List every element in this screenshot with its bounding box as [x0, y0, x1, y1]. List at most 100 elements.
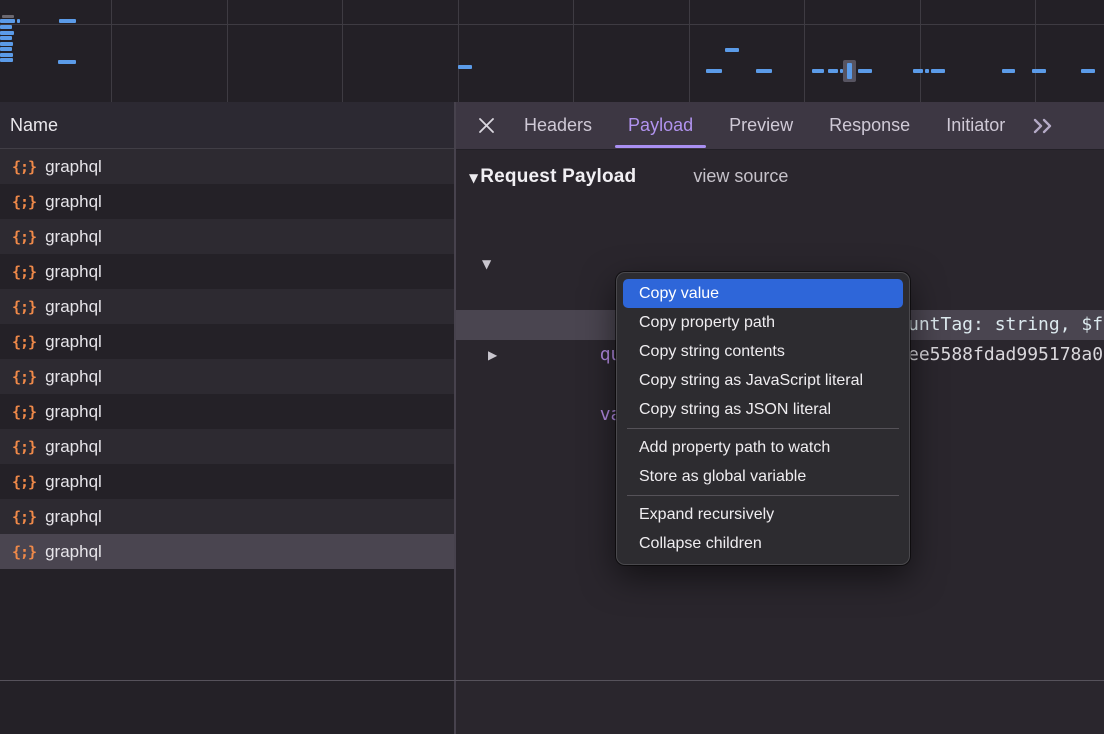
tab-preview[interactable]: Preview — [711, 102, 811, 149]
json-braces-icon: {;} — [12, 473, 36, 491]
network-overview-bar — [858, 69, 872, 73]
menu-item-copy-string-as-javascript-literal[interactable]: Copy string as JavaScript literal — [623, 366, 903, 395]
network-overview-bar — [0, 31, 14, 35]
request-row[interactable]: {;} graphql — [0, 394, 456, 429]
request-row[interactable]: {;}graphql — [0, 359, 456, 394]
network-overview-bar — [0, 58, 13, 62]
network-overview-bar — [925, 69, 929, 73]
tab-response[interactable]: Response — [811, 102, 928, 149]
json-braces-icon: {;} — [12, 158, 36, 176]
network-overview-bar — [0, 19, 15, 23]
menu-item-collapse-children[interactable]: Collapse children — [623, 529, 903, 558]
active-tab-underline — [615, 145, 706, 148]
request-row[interactable]: {;} graphql — [0, 219, 456, 254]
menu-item-copy-string-contents[interactable]: Copy string contents — [623, 337, 903, 366]
overview-gridline — [227, 0, 228, 102]
network-overview-bar — [706, 69, 722, 73]
menu-item-copy-value[interactable]: Copy value — [623, 279, 903, 308]
request-row[interactable]: {;}graphql — [0, 429, 456, 464]
overview-gridline — [458, 0, 459, 102]
menu-separator — [627, 495, 899, 496]
network-overview-bar — [756, 69, 772, 73]
property-value-fragment: untTag: string, $f — [908, 310, 1103, 340]
json-braces-icon: {;} — [12, 403, 36, 421]
json-braces-icon: {;} — [12, 228, 36, 246]
request-name: graphql — [45, 437, 102, 457]
json-braces-icon: {;} — [12, 298, 36, 316]
json-braces-icon: {;} — [12, 368, 36, 386]
section-collapse-triangle-icon[interactable]: ▼ — [469, 171, 478, 185]
network-overview-bar — [59, 19, 76, 23]
network-overview-bar — [17, 19, 20, 23]
request-name: graphql — [45, 297, 102, 317]
name-column-header[interactable]: Name — [0, 102, 456, 149]
request-rows: {;} graphql {;} graphql {;} graphql {;} graphql… — [0, 149, 456, 569]
detail-tab-bar: HeadersPayload Preview Response Initiator — [456, 102, 1104, 150]
request-row[interactable]: {;} graphql — [0, 464, 456, 499]
overview-gridline — [573, 0, 574, 102]
property-value-fragment: ee5588fdad995178a0 — [908, 340, 1103, 370]
network-overview-bar — [812, 69, 824, 73]
network-overview-bar — [931, 69, 945, 73]
menu-item-expand-recursively[interactable]: Expand recursively — [623, 500, 903, 529]
request-name: graphql — [45, 472, 102, 492]
overview-gridline — [920, 0, 921, 102]
json-braces-icon: {;} — [12, 333, 36, 351]
network-overview-bar — [1081, 69, 1095, 73]
request-row[interactable]: {;}graphql — [0, 499, 456, 534]
tab-payload[interactable]: Payload — [610, 102, 711, 149]
tab-label: Initiator — [946, 115, 1005, 136]
network-overview-bar — [0, 53, 13, 57]
network-overview-bar — [1002, 69, 1015, 73]
menu-item-add-property-path-to-watch[interactable]: Add property path to watch — [623, 433, 903, 462]
chevron-double-right-icon[interactable] — [1031, 118, 1055, 134]
expand-arrow-icon[interactable]: ▶ — [488, 340, 497, 370]
tab-initiator[interactable]: Initiator — [928, 102, 1023, 149]
context-menu: Copy valueCopy property pathCopy string … — [616, 272, 910, 565]
network-overview-bar — [0, 36, 12, 40]
request-name: graphql — [45, 542, 102, 562]
request-row[interactable]: {;} graphql — [0, 534, 456, 569]
network-overview-bar — [0, 25, 12, 29]
overview-gridline — [342, 0, 343, 102]
json-braces-icon: {;} — [12, 508, 36, 526]
overview-gridline — [111, 0, 112, 102]
screenshot-edge — [0, 734, 1110, 740]
screenshot-edge — [1104, 0, 1110, 740]
request-name: graphql — [45, 332, 102, 352]
network-overview-bar — [828, 69, 838, 73]
view-source-link[interactable]: view source — [693, 166, 788, 187]
network-overview-bar — [913, 69, 923, 73]
close-icon[interactable] — [472, 117, 500, 134]
json-braces-icon: {;} — [12, 193, 36, 211]
network-overview-bar — [1032, 69, 1046, 73]
overview-gridline — [689, 0, 690, 102]
tab-label: Preview — [729, 115, 793, 136]
request-row[interactable]: {;} graphql — [0, 149, 456, 184]
request-name: graphql — [45, 157, 102, 177]
network-overview-bar — [725, 48, 739, 52]
request-row[interactable]: {;} graphql — [0, 289, 456, 324]
request-row[interactable]: {;} graphql — [0, 324, 456, 359]
tab-label: Response — [829, 115, 910, 136]
network-overview-timeline[interactable] — [0, 0, 1104, 103]
menu-item-copy-string-as-json-literal[interactable]: Copy string as JSON literal — [623, 395, 903, 424]
network-overview-bar — [0, 47, 12, 51]
network-overview-bar — [58, 60, 76, 64]
footer-divider — [0, 680, 1104, 681]
section-title: Request Payload — [480, 166, 636, 188]
request-name: graphql — [45, 227, 102, 247]
request-name: graphql — [45, 402, 102, 422]
network-overview-bar — [0, 42, 13, 46]
request-row[interactable]: {;}graphql — [0, 184, 456, 219]
tab-headers[interactable]: Headers — [506, 102, 610, 149]
overview-gridline — [804, 0, 805, 102]
panel-divider[interactable] — [454, 102, 456, 734]
expand-arrow-icon[interactable]: ▼ — [482, 249, 491, 279]
json-braces-icon: {;} — [12, 543, 36, 561]
menu-item-store-as-global-variable[interactable]: Store as global variable — [623, 462, 903, 491]
request-payload-section-header: ▼ Request Payload view source — [469, 166, 788, 188]
overview-gridline — [1035, 0, 1036, 102]
menu-item-copy-property-path[interactable]: Copy property path — [623, 308, 903, 337]
request-row[interactable]: {;}graphql — [0, 254, 456, 289]
